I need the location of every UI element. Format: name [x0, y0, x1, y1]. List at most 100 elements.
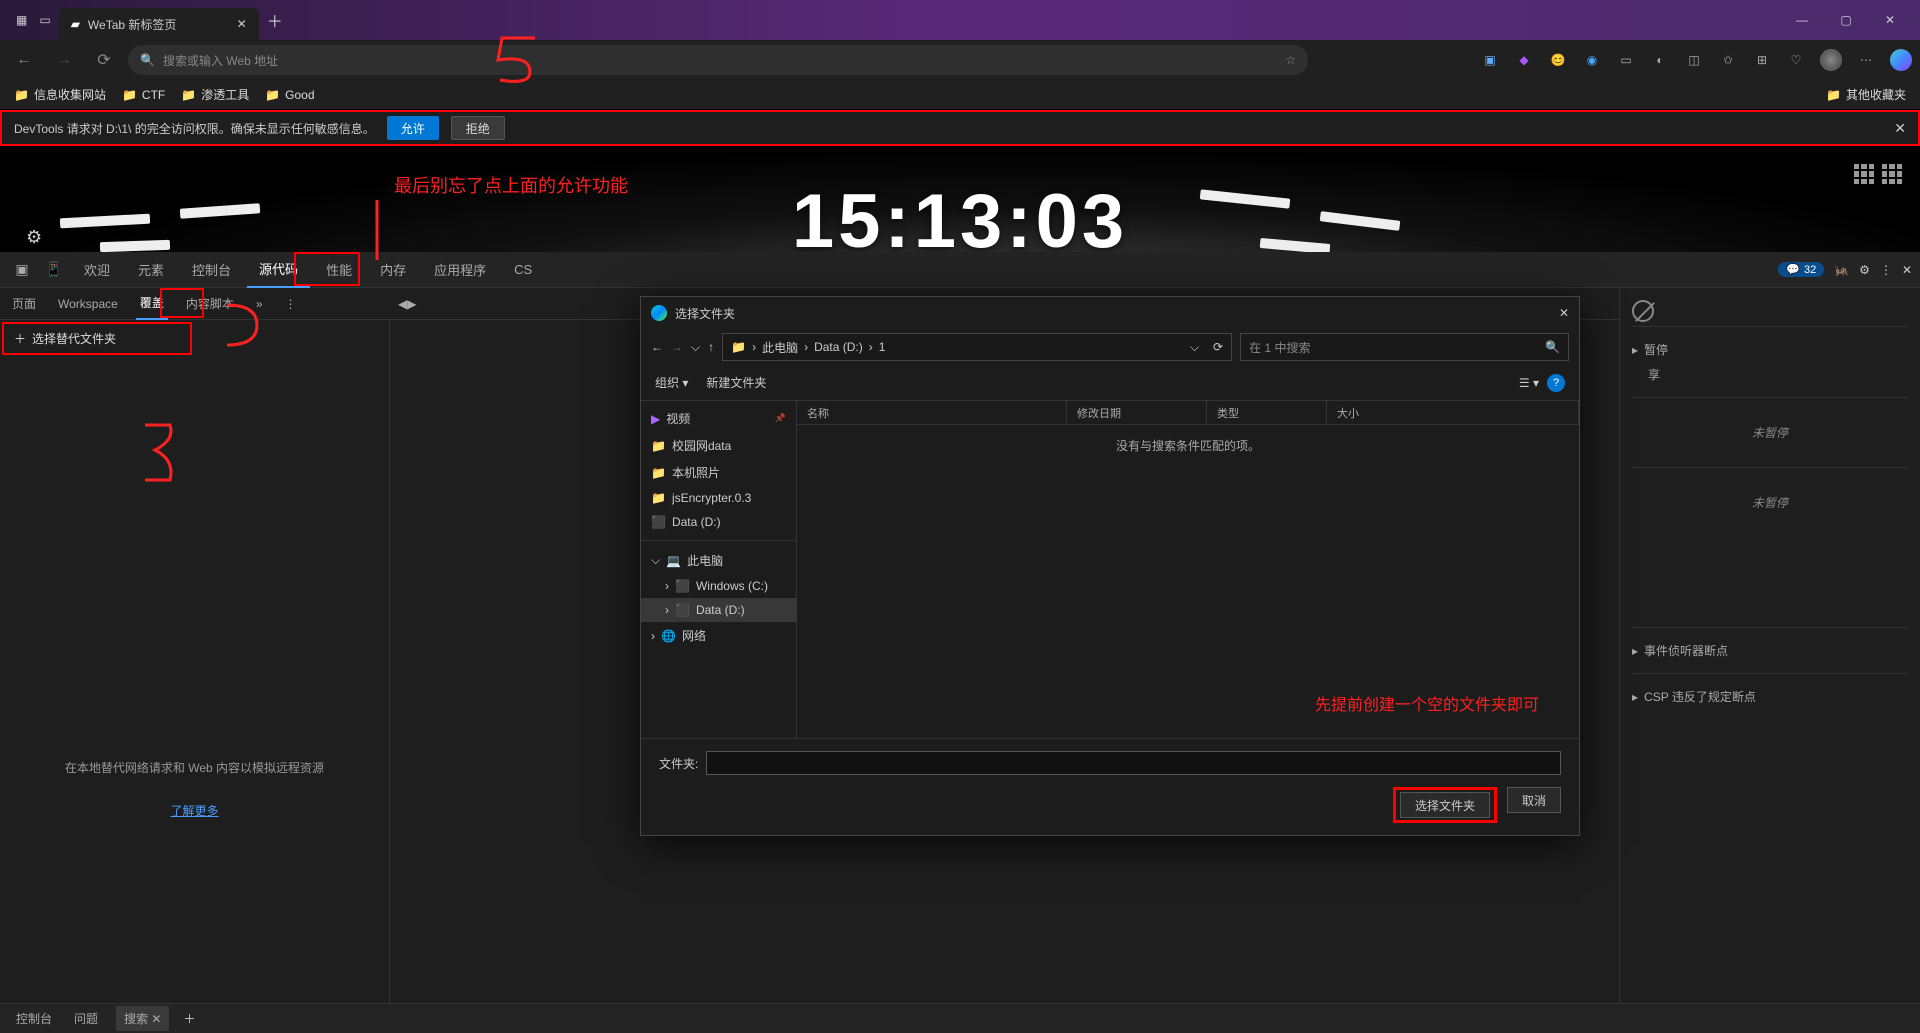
event-breakpoints-section[interactable]: 事件侦听器断点: [1644, 642, 1728, 659]
sidebar-item[interactable]: 📁校园网data: [641, 432, 796, 459]
sidebar-item-videos[interactable]: ▶视频: [641, 405, 796, 432]
refresh-icon[interactable]: ⟳: [1213, 340, 1223, 354]
extension-icon-2[interactable]: ◆: [1514, 50, 1534, 70]
window-maximize[interactable]: ▢: [1824, 13, 1868, 27]
nav-recent-icon[interactable]: ⌵: [691, 340, 700, 355]
annotation-box-sources: [294, 252, 360, 286]
infobar-close-icon[interactable]: ✕: [1894, 120, 1906, 137]
layout-grid-icons[interactable]: [1854, 164, 1902, 184]
menu-icon[interactable]: ⋯: [1856, 50, 1876, 70]
bookmark-folder[interactable]: 📁CTF: [122, 88, 165, 102]
window-minimize[interactable]: —: [1780, 13, 1824, 27]
drawer-tab-search[interactable]: 搜索 ✕: [116, 1006, 169, 1031]
subtab-menu-icon[interactable]: ⋮: [281, 297, 301, 311]
help-icon[interactable]: ?: [1547, 374, 1565, 392]
sidebar-item-selected[interactable]: ›⬛Data (D:): [641, 598, 796, 622]
device-toggle-icon[interactable]: 📱: [40, 261, 68, 278]
issues-badge[interactable]: 💬32: [1778, 262, 1824, 277]
window-close[interactable]: ✕: [1868, 13, 1912, 27]
new-tab-button[interactable]: ＋: [267, 8, 283, 32]
sidebar-item[interactable]: 📁jsEncrypter.0.3: [641, 486, 796, 510]
bug-icon[interactable]: 🦗: [1834, 263, 1849, 277]
heart-icon[interactable]: ♡: [1786, 50, 1806, 70]
add-drawer-tab-icon[interactable]: ＋: [183, 1010, 195, 1027]
nav-refresh-icon[interactable]: ⟳: [88, 50, 120, 70]
toolbar-icon-2[interactable]: ◐: [1650, 50, 1670, 70]
sidebar-item-network[interactable]: ›🌐网络: [641, 622, 796, 649]
inspect-icon[interactable]: ▣: [8, 261, 36, 278]
nav-back-icon[interactable]: ←: [651, 340, 663, 354]
select-folder-button[interactable]: 选择文件夹: [1400, 792, 1490, 818]
other-bookmarks[interactable]: 📁其他收藏夹: [1826, 86, 1906, 103]
chevron-right-icon[interactable]: ▸: [1632, 343, 1638, 357]
address-bar-row: ← → ⟳ 🔍 搜索或输入 Web 地址 ☆ ▣ ◆ 😊 ◉ ▭ ◐ ◫ ✩ ⊞…: [0, 40, 1920, 80]
extension-icon-1[interactable]: ▣: [1480, 50, 1500, 70]
folder-name-input[interactable]: [706, 751, 1561, 775]
sidebar-item[interactable]: ›⬛Windows (C:): [641, 574, 796, 598]
toggle-navigator-icon[interactable]: ◀▶: [398, 297, 416, 311]
chevron-down-icon[interactable]: ⌵: [1190, 340, 1199, 355]
select-override-folder-button[interactable]: ＋ 选择替代文件夹: [2, 322, 192, 355]
browser-tab[interactable]: ▰ WeTab 新标签页 ✕: [59, 8, 259, 40]
drawer-tab-console[interactable]: 控制台: [12, 1010, 56, 1027]
deny-button[interactable]: 拒绝: [451, 116, 505, 140]
view-mode-icon[interactable]: ☰ ▾: [1519, 376, 1539, 390]
block-eye-icon[interactable]: [1632, 300, 1654, 322]
dialog-title: 选择文件夹: [675, 305, 735, 322]
sidebar-item[interactable]: ⬛Data (D:): [641, 510, 796, 534]
cancel-button[interactable]: 取消: [1507, 787, 1561, 813]
dialog-columns[interactable]: 名称 修改日期 类型 大小: [797, 401, 1579, 425]
tab-console[interactable]: 控制台: [180, 252, 243, 288]
wetab-favicon: ▰: [71, 17, 80, 31]
copilot-icon[interactable]: [1890, 49, 1912, 71]
settings-icon[interactable]: ⚙: [1859, 263, 1870, 277]
url-input[interactable]: 🔍 搜索或输入 Web 地址 ☆: [128, 45, 1308, 75]
breadcrumb[interactable]: 📁 › 此电脑› Data (D:)› 1 ⌵ ⟳: [722, 333, 1232, 361]
dialog-close-icon[interactable]: ✕: [1559, 306, 1569, 320]
folder-field-label: 文件夹:: [659, 755, 698, 772]
devtools-permission-infobar: DevTools 请求对 D:\1\ 的完全访问权限。确保未显示任何敏感信息。 …: [0, 110, 1920, 146]
chevron-right-icon[interactable]: ▸: [1632, 690, 1638, 704]
settings-gear-icon[interactable]: ⚙: [26, 227, 42, 248]
nav-forward-icon[interactable]: →: [671, 340, 683, 354]
favorites-icon[interactable]: ✩: [1718, 50, 1738, 70]
extension-icon-4[interactable]: ◉: [1582, 50, 1602, 70]
subtab-more[interactable]: »: [252, 297, 267, 311]
sidebar-item-thispc[interactable]: ⌵💻此电脑: [641, 547, 796, 574]
extension-icon-3[interactable]: 😊: [1548, 50, 1568, 70]
nav-up-icon[interactable]: ↑: [708, 340, 714, 354]
drawer-tab-issues[interactable]: 问题: [70, 1010, 102, 1027]
new-folder-button[interactable]: 新建文件夹: [706, 374, 766, 391]
nav-back-icon[interactable]: ←: [8, 51, 40, 69]
tab-memory[interactable]: 内存: [368, 252, 418, 288]
collections-icon[interactable]: ⊞: [1752, 50, 1772, 70]
tab-application[interactable]: 应用程序: [422, 252, 498, 288]
more-icon[interactable]: ⋮: [1880, 263, 1892, 277]
favorite-star-icon[interactable]: ☆: [1285, 53, 1296, 67]
tab-elements[interactable]: 元素: [126, 252, 176, 288]
profile-avatar[interactable]: [1820, 49, 1842, 71]
tabs-icon[interactable]: ▭: [39, 13, 50, 27]
bookmark-folder[interactable]: 📁渗透工具: [181, 86, 249, 103]
split-screen-icon[interactable]: ◫: [1684, 50, 1704, 70]
bookmark-folder[interactable]: 📁信息收集网站: [14, 86, 106, 103]
subtab-workspace[interactable]: Workspace: [54, 297, 122, 311]
tab-css-overview[interactable]: CS: [502, 252, 544, 288]
subtab-page[interactable]: 页面: [8, 295, 40, 312]
dialog-search-input[interactable]: 在 1 中搜索 🔍: [1240, 333, 1569, 361]
close-tab-icon[interactable]: ✕: [237, 17, 247, 31]
organize-menu[interactable]: 组织 ▾: [655, 374, 688, 391]
learn-more-link[interactable]: 了解更多: [170, 804, 218, 818]
pause-section[interactable]: 暂停: [1644, 341, 1668, 358]
annotation-box-select: 选择文件夹: [1393, 787, 1497, 823]
chevron-right-icon[interactable]: ▸: [1632, 644, 1638, 658]
workspace-icon[interactable]: ▦: [16, 13, 27, 27]
devtools-tab-row: ▣ 📱 欢迎 元素 控制台 源代码 性能 内存 应用程序 CS 💬32 🦗 ⚙ …: [0, 252, 1920, 288]
bookmark-folder[interactable]: 📁Good: [265, 88, 314, 102]
close-devtools-icon[interactable]: ✕: [1902, 263, 1912, 277]
toolbar-icon-1[interactable]: ▭: [1616, 50, 1636, 70]
tab-welcome[interactable]: 欢迎: [72, 252, 122, 288]
csp-breakpoints-section[interactable]: CSP 违反了规定断点: [1644, 688, 1756, 705]
allow-button[interactable]: 允许: [387, 116, 439, 140]
sidebar-item[interactable]: 📁本机照片: [641, 459, 796, 486]
